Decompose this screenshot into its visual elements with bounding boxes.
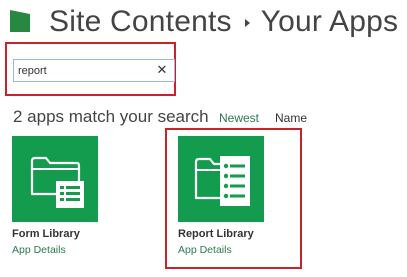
report-library-highlight-frame	[165, 128, 302, 269]
sharepoint-logo-icon	[10, 10, 30, 32]
form-library-icon	[30, 156, 84, 208]
results-summary: 2 apps match your search	[13, 107, 209, 126]
form-library-tile[interactable]	[12, 136, 98, 222]
breadcrumb-site-contents[interactable]: Site Contents	[49, 5, 232, 39]
form-library-title[interactable]: Form Library	[12, 228, 80, 240]
search-input[interactable]	[18, 60, 148, 81]
form-library-app-details-link[interactable]: App Details	[12, 244, 66, 256]
sort-name-link[interactable]: Name	[275, 111, 307, 125]
close-icon[interactable]: ✕	[155, 63, 169, 77]
breadcrumb: Site Contents Your Apps	[49, 2, 398, 42]
search-box: ✕	[13, 59, 175, 82]
page-title: Your Apps	[260, 5, 399, 38]
sort-newest-link[interactable]: Newest	[219, 111, 259, 125]
breadcrumb-arrow-icon	[244, 19, 250, 27]
